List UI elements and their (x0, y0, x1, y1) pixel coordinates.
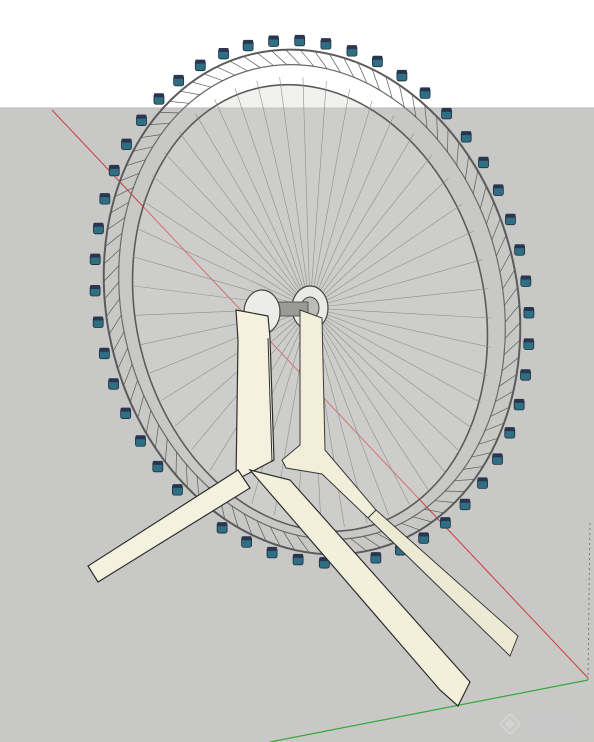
cabin (135, 435, 146, 447)
ferris-wheel-scene (0, 34, 594, 742)
truss-member (191, 81, 212, 88)
cabin (505, 213, 516, 226)
cabin (460, 131, 472, 143)
cabin (441, 107, 453, 120)
cabin (268, 35, 280, 47)
cabin (121, 138, 132, 150)
cabin (346, 45, 358, 57)
cabin (266, 546, 278, 559)
cabin (513, 398, 525, 411)
cabin (292, 553, 304, 566)
cabin (218, 47, 229, 60)
cabin (371, 55, 383, 68)
cabin (520, 369, 531, 381)
cabin (370, 552, 382, 564)
front-support-column (235, 309, 275, 482)
cabin (194, 59, 206, 72)
truss-member (229, 60, 248, 72)
cabin (523, 307, 535, 319)
diamond-logo-icon (499, 712, 521, 735)
cabin (108, 164, 120, 177)
cabin (478, 156, 489, 169)
cabin (396, 69, 408, 82)
truss-member (271, 50, 288, 65)
cabin (439, 517, 451, 529)
cabin (136, 114, 147, 126)
truss-member (216, 66, 236, 76)
truss-member (203, 73, 223, 81)
cabin (152, 460, 164, 473)
cabin (477, 477, 488, 489)
cabin (492, 184, 504, 196)
cabin (492, 453, 503, 465)
cabin (459, 498, 471, 511)
cabin (241, 536, 253, 548)
cabin (242, 39, 254, 52)
cabin (120, 407, 132, 419)
truss-member (180, 90, 200, 96)
watermark: 定鼎网 (499, 709, 588, 738)
cabin (89, 284, 101, 297)
truss-member (169, 101, 190, 104)
cabin (520, 275, 532, 287)
cabin (153, 93, 165, 105)
cabin (108, 378, 119, 390)
watermark-text: 定鼎网 (525, 713, 588, 737)
cabin (504, 427, 516, 439)
cabin (99, 193, 111, 205)
cabin (419, 87, 431, 99)
cabin (216, 522, 228, 534)
cabin (89, 253, 101, 265)
cabin (98, 347, 110, 360)
truss-member (243, 56, 261, 68)
cabin (418, 532, 430, 544)
truss-member (285, 49, 301, 66)
truss-member (257, 52, 274, 66)
cabin (92, 316, 104, 328)
cabin (514, 244, 526, 256)
cabin (93, 222, 104, 235)
cabin (294, 34, 306, 47)
cabin (523, 338, 535, 350)
cabin (173, 74, 185, 87)
cabin (320, 38, 332, 50)
cabin (171, 484, 183, 496)
truss-member (299, 49, 315, 67)
